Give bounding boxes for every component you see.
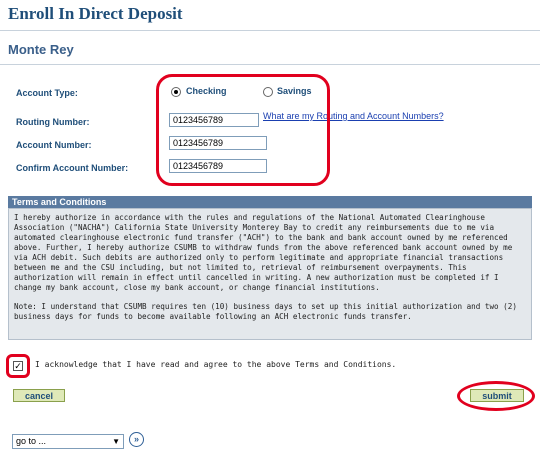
account-type-label: Account Type: [16,88,78,98]
terms-note: Note: I understand that CSUMB requires t… [14,302,517,321]
goto-select[interactable]: go to ... ▼ [12,434,124,449]
go-arrow-icon[interactable]: » [129,432,144,447]
chevron-down-icon: ▼ [112,437,120,446]
page-title: Enroll In Direct Deposit [8,4,183,23]
submit-button[interactable]: submit [470,389,524,402]
terms-paragraph: I hereby authorize in accordance with th… [14,213,513,292]
routing-number-label: Routing Number: [16,117,90,127]
cancel-button[interactable]: cancel [13,389,65,402]
acknowledge-text: I acknowledge that I have read and agree… [35,360,397,369]
account-number-label: Account Number: [16,140,92,150]
confirm-account-label: Confirm Account Number: [16,163,129,173]
person-name: Monte Rey [8,42,74,57]
terms-header: Terms and Conditions [8,196,532,208]
fields-highlight [156,74,330,186]
acknowledge-checkbox[interactable]: ✓ [13,361,23,371]
terms-text-box: I hereby authorize in accordance with th… [8,208,532,340]
name-divider [0,64,540,65]
goto-selected-value: go to ... [16,436,47,446]
title-divider [0,30,540,31]
